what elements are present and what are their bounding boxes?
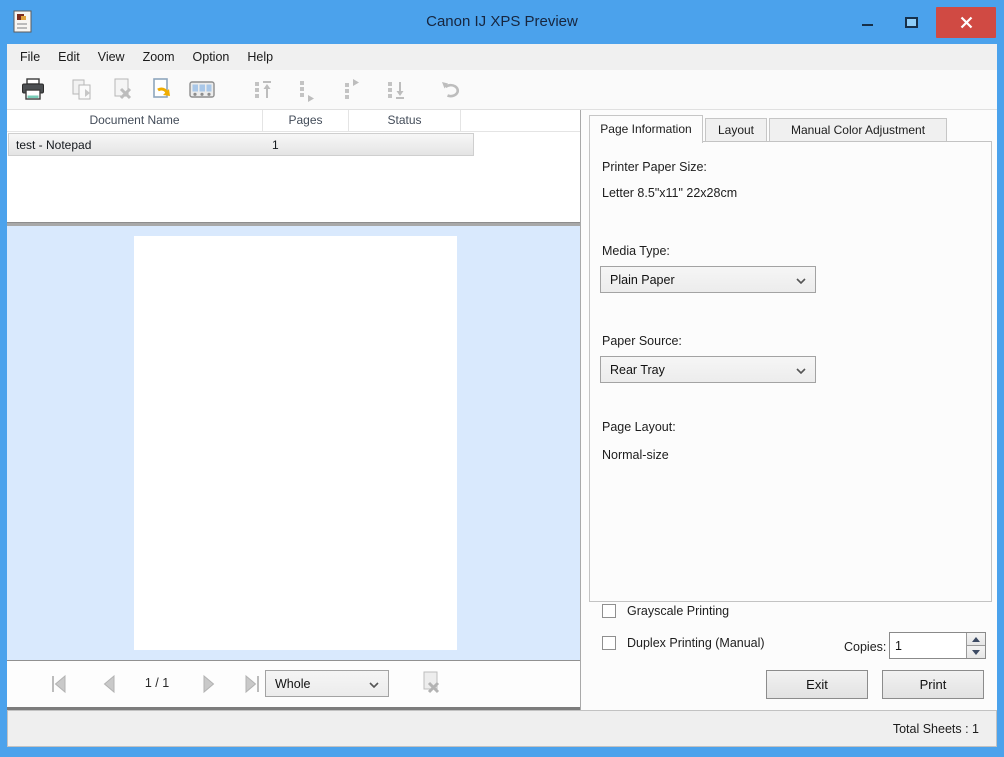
move-up-icon	[292, 76, 320, 104]
menu-file[interactable]: File	[11, 46, 49, 68]
move-down-button[interactable]	[336, 75, 366, 105]
column-header-status[interactable]: Status	[349, 110, 461, 131]
last-page-button[interactable]	[241, 673, 263, 695]
move-up-button[interactable]	[291, 75, 321, 105]
copies-decrement-button[interactable]	[967, 646, 985, 658]
chevron-down-icon	[796, 278, 806, 284]
app-window: Canon IJ XPS Preview File Edit View Zoom…	[0, 0, 1004, 757]
copies-input[interactable]	[890, 633, 966, 658]
move-to-top-button[interactable]	[248, 75, 278, 105]
first-page-button[interactable]	[48, 673, 70, 695]
next-page-icon	[198, 673, 220, 695]
minimize-button[interactable]	[845, 0, 889, 44]
toolbar	[7, 70, 997, 110]
status-bar: Total Sheets : 1	[7, 710, 997, 747]
next-page-button[interactable]	[198, 673, 220, 695]
duplex-printing-label: Duplex Printing (Manual)	[627, 636, 765, 650]
arrow-up-icon	[972, 637, 980, 642]
save-document-button[interactable]	[147, 75, 177, 105]
chevron-down-icon	[369, 682, 379, 688]
move-to-top-icon	[249, 76, 277, 104]
media-type-select[interactable]: Plain Paper	[600, 266, 816, 293]
printer-paper-size-label: Printer Paper Size:	[602, 160, 707, 174]
tab-manual-color-adjustment[interactable]: Manual Color Adjustment	[769, 118, 947, 142]
copies-spinner	[966, 633, 985, 658]
settings-panel: Page Information Layout Manual Color Adj…	[580, 110, 997, 710]
paper-source-select[interactable]: Rear Tray	[600, 356, 816, 383]
menu-option[interactable]: Option	[184, 46, 239, 68]
move-to-bottom-button[interactable]	[381, 75, 411, 105]
document-list: Document Name Pages Status test - Notepa…	[7, 110, 580, 222]
page-information-tabpage: Printer Paper Size: Letter 8.5"x11" 22x2…	[589, 141, 992, 602]
paper-source-value: Rear Tray	[610, 363, 665, 377]
menubar: File Edit View Zoom Option Help	[7, 44, 997, 70]
print-toolbar-button[interactable]	[18, 75, 48, 105]
preview-area	[7, 226, 580, 660]
column-header-document-name[interactable]: Document Name	[7, 110, 263, 131]
save-document-icon	[148, 76, 176, 104]
tab-page-information[interactable]: Page Information	[589, 115, 703, 143]
previous-page-icon	[98, 673, 120, 695]
zoom-level-select[interactable]: Whole	[265, 670, 389, 697]
copies-label: Copies:	[844, 640, 886, 654]
document-pages-cell: 1	[257, 138, 343, 152]
last-page-icon	[241, 673, 263, 695]
close-button[interactable]	[936, 7, 996, 38]
first-page-icon	[48, 673, 70, 695]
maximize-button[interactable]	[889, 0, 933, 44]
grayscale-printing-checkbox[interactable]	[602, 604, 616, 618]
grayscale-printing-row: Grayscale Printing	[602, 604, 729, 618]
delete-document-icon	[109, 76, 137, 104]
delete-page-icon	[417, 669, 445, 697]
delete-page-button[interactable]	[417, 669, 445, 697]
preview-page	[134, 236, 457, 650]
undo-icon	[437, 76, 465, 104]
thumbnail-view-button[interactable]	[186, 75, 216, 105]
document-list-header: Document Name Pages Status	[7, 110, 580, 132]
column-header-pages[interactable]: Pages	[263, 110, 349, 131]
tab-layout[interactable]: Layout	[705, 118, 767, 142]
thumbnail-view-icon	[187, 76, 217, 104]
chevron-down-icon	[796, 368, 806, 374]
previous-page-button[interactable]	[98, 673, 120, 695]
move-down-icon	[337, 76, 365, 104]
media-type-label: Media Type:	[602, 244, 670, 258]
maximize-icon	[905, 17, 918, 28]
combine-documents-button[interactable]	[68, 75, 98, 105]
duplex-printing-row: Duplex Printing (Manual)	[602, 636, 765, 650]
copies-increment-button[interactable]	[967, 633, 985, 646]
zoom-level-value: Whole	[275, 677, 310, 691]
arrow-down-icon	[972, 650, 980, 655]
column-header-filler	[461, 110, 580, 131]
menu-edit[interactable]: Edit	[49, 46, 89, 68]
exit-button[interactable]: Exit	[766, 670, 868, 699]
move-to-bottom-icon	[382, 76, 410, 104]
total-sheets-text: Total Sheets : 1	[893, 722, 979, 736]
menu-view[interactable]: View	[89, 46, 134, 68]
menu-help[interactable]: Help	[238, 46, 282, 68]
print-button[interactable]: Print	[882, 670, 984, 699]
page-layout-value: Normal-size	[602, 448, 669, 462]
menu-zoom[interactable]: Zoom	[134, 46, 184, 68]
printer-icon	[19, 76, 47, 104]
minimize-icon	[862, 24, 873, 26]
undo-button[interactable]	[436, 75, 466, 105]
duplex-printing-checkbox[interactable]	[602, 636, 616, 650]
printer-paper-size-value: Letter 8.5"x11" 22x28cm	[602, 186, 737, 200]
combine-documents-icon	[69, 76, 97, 104]
delete-document-button[interactable]	[108, 75, 138, 105]
page-indicator: 1 / 1	[127, 676, 187, 690]
grayscale-printing-label: Grayscale Printing	[627, 604, 729, 618]
page-navigation-bar: 1 / 1 Whole	[7, 660, 580, 710]
media-type-value: Plain Paper	[610, 273, 675, 287]
copies-spinbox	[889, 632, 986, 659]
document-name-cell: test - Notepad	[9, 138, 257, 152]
document-row-selected[interactable]: test - Notepad 1	[8, 133, 474, 156]
titlebar: Canon IJ XPS Preview	[0, 0, 1004, 44]
close-icon	[960, 16, 973, 29]
paper-source-label: Paper Source:	[602, 334, 682, 348]
page-layout-label: Page Layout:	[602, 420, 676, 434]
